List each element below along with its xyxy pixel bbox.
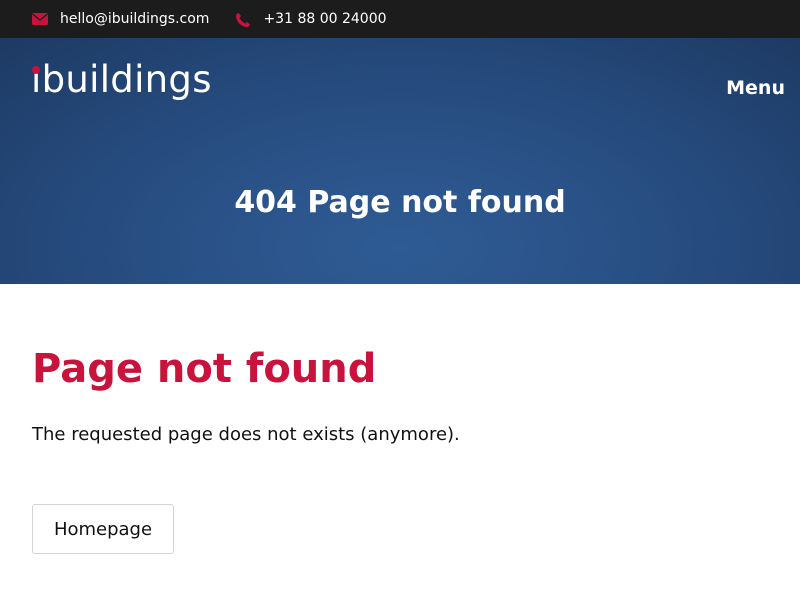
phone-icon	[235, 12, 251, 27]
top-contact-bar: hello@ibuildings.com +31 88 00 24000	[0, 0, 800, 38]
logo-i: ı	[31, 58, 42, 101]
email-link[interactable]: hello@ibuildings.com	[32, 11, 209, 27]
email-text: hello@ibuildings.com	[60, 11, 210, 27]
page-heading: Page not found	[32, 346, 377, 392]
menu-button[interactable]: Menu	[726, 77, 785, 99]
error-message: The requested page does not exists (anym…	[32, 424, 460, 445]
logo-text: buildings	[41, 58, 212, 101]
hero-banner: ı buildings Menu 404 Page not found	[0, 38, 800, 284]
envelope-icon	[32, 12, 48, 26]
hero-title: 404 Page not found	[234, 185, 566, 220]
phone-text: +31 88 00 24000	[263, 11, 387, 27]
phone-link[interactable]: +31 88 00 24000	[235, 11, 387, 27]
homepage-button[interactable]: Homepage	[32, 504, 174, 554]
ibuildings-logo[interactable]: ı buildings	[31, 58, 212, 102]
